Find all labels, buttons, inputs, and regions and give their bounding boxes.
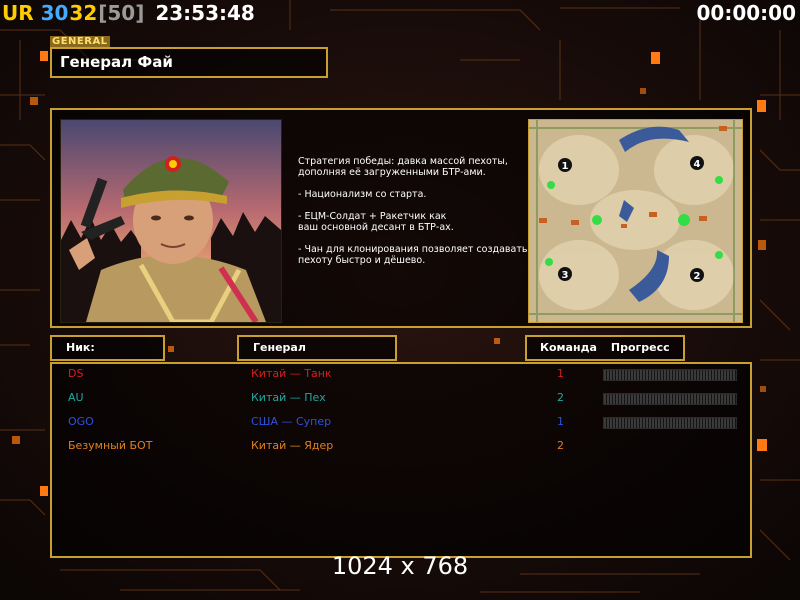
- start-position-4: 4: [694, 159, 701, 170]
- player-progress-bar: [603, 393, 737, 405]
- player-row: AU Китай — Пех 2: [52, 388, 752, 408]
- resolution-label: 1024 x 768: [331, 552, 469, 580]
- players-list: DS Китай — Танк 1 AU Китай — Пех 2 OGO С…: [50, 362, 752, 558]
- column-header-progress: Прогресс: [610, 341, 670, 354]
- player-team: 2: [557, 439, 564, 452]
- player-general: Китай — Ядер: [251, 439, 334, 452]
- start-position-1: 1: [562, 161, 569, 172]
- start-position-2: 2: [694, 271, 701, 282]
- player-progress-bar: [603, 369, 737, 381]
- hud-counters: UR 30 32 [50] 23:53:48: [2, 1, 255, 25]
- player-row: DS Китай — Танк 1: [52, 364, 752, 384]
- map-preview[interactable]: 1 4 3 2: [528, 119, 743, 323]
- player-general: США — Супер: [251, 415, 332, 428]
- general-title: Генерал Фай: [50, 47, 328, 78]
- hud-clock: 23:53:48: [155, 1, 255, 25]
- column-header-team: Команда: [540, 341, 597, 354]
- strategy-line: - Чан для клонирования позволяет создава…: [298, 244, 528, 266]
- player-general: Китай — Пех: [251, 391, 326, 404]
- player-row: OGO США — Супер 1: [52, 412, 752, 432]
- general-portrait: [60, 119, 282, 323]
- hud-value-1: 30: [40, 1, 69, 25]
- player-row: Безумный БОТ Китай — Ядер 2: [52, 436, 752, 456]
- strategy-line: - ЕЦМ-Солдат + Ракетчик как ваш основной…: [298, 211, 454, 233]
- player-team: 1: [557, 367, 564, 380]
- player-team: 2: [557, 391, 564, 404]
- strategy-line: Стратегия победы: давка массой пехоты, д…: [298, 156, 508, 178]
- hud-value-2: 32: [69, 1, 98, 25]
- player-nick: Безумный БОТ: [68, 439, 153, 452]
- general-info-panel: Стратегия победы: давка массой пехоты, д…: [50, 108, 752, 328]
- player-progress-bar: [603, 417, 737, 429]
- player-nick: OGO: [68, 415, 94, 428]
- player-nick: AU: [68, 391, 84, 404]
- player-team: 1: [557, 415, 564, 428]
- start-position-3: 3: [562, 270, 569, 281]
- hud-value-3: [50]: [98, 1, 145, 25]
- player-general: Китай — Танк: [251, 367, 332, 380]
- strategy-line: - Национализм со старта.: [298, 189, 427, 200]
- hud-timer: 00:00:00: [696, 1, 797, 25]
- column-header-nick: Ник:: [50, 335, 165, 361]
- hud-ur: UR: [2, 1, 34, 25]
- strategy-description: Стратегия победы: давка массой пехоты, д…: [298, 156, 528, 277]
- column-header-team-progress: Команда Прогресс: [525, 335, 685, 361]
- player-nick: DS: [68, 367, 84, 380]
- column-header-general: Генерал: [237, 335, 397, 361]
